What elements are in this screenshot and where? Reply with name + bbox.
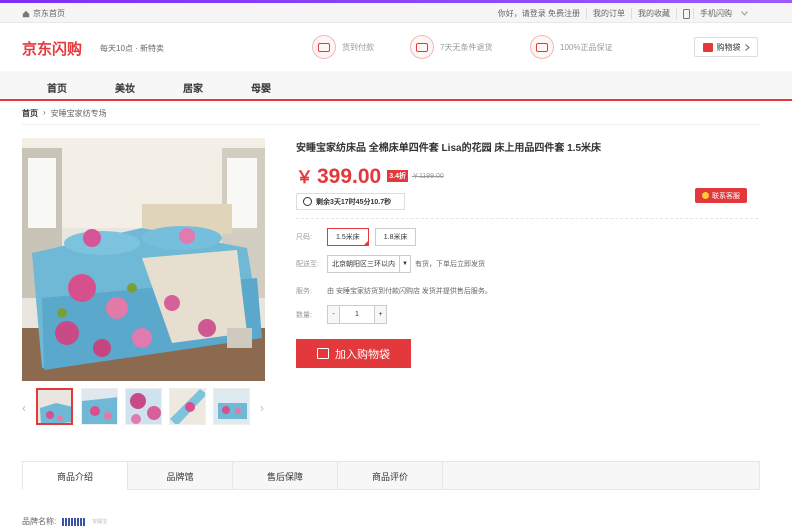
service-row: 服务: 由 安睡宝家纺货到付款闪购店 发货并提供售后服务。 (296, 286, 492, 296)
phone-icon (683, 8, 690, 19)
quantity-stepper: - 1 + (327, 305, 387, 324)
promise-return-label: 7天无条件退货 (440, 42, 493, 52)
promise-cod: 货到付款 (312, 35, 374, 59)
chevron-right-icon (744, 43, 750, 51)
breadcrumb-separator: › (43, 108, 46, 117)
shopping-bag-icon (317, 348, 329, 359)
quantity-row: 数量: - 1 + (296, 305, 387, 324)
add-to-cart-button[interactable]: 加入购物袋 (296, 339, 411, 368)
cart-button[interactable]: 购物袋 (694, 37, 758, 57)
size-label: 尺码: (296, 234, 312, 241)
main-product-image (22, 138, 265, 381)
nav-item-home-living[interactable]: 居家 (183, 80, 203, 95)
slogan: 每天10点 · 新特卖 (100, 44, 165, 53)
promise-genuine: 100%正品保证 (530, 35, 612, 59)
mobile-link[interactable]: 手机闪购 (676, 8, 754, 19)
home-icon (22, 10, 30, 17)
price-block: ￥ 399.00 3.4折 ￥1199.00 (296, 163, 444, 189)
cash-on-delivery-icon (312, 35, 336, 59)
quantity-label: 数量: (296, 311, 312, 319)
quantity-input[interactable]: 1 (339, 306, 375, 323)
tab-product-intro[interactable]: 商品介绍 (23, 462, 128, 490)
my-favorites-link[interactable]: 我的收藏 (631, 8, 676, 19)
service-label: 服务: (296, 288, 312, 295)
size-option-1-5m[interactable]: 1.5米床 (327, 228, 369, 246)
home-link[interactable]: 京东首页 (22, 8, 65, 19)
breadcrumb-home[interactable]: 首页 (22, 108, 38, 119)
contact-service-button[interactable]: 联系客服 (695, 188, 747, 203)
home-link-label: 京东首页 (33, 9, 65, 18)
thumbnail-5[interactable] (213, 388, 250, 425)
discount-badge: 3.4折 (387, 170, 408, 182)
brand-label: 品牌名称: (22, 517, 57, 526)
chevron-left-icon[interactable]: ‹ (22, 401, 26, 415)
delivery-region-value: 北京朝阳区三环以内 (332, 261, 395, 268)
thumbnail-strip: ‹ › (22, 388, 272, 426)
delivery-region-select[interactable]: 北京朝阳区三环以内 ▼ (327, 255, 411, 273)
product-title: 安睡宝家纺床品 全棉床单四件套 Lisa的花园 床上用品四件套 1.5米床 (296, 143, 602, 154)
quantity-increase-button[interactable]: + (375, 306, 386, 323)
tab-reviews[interactable]: 商品评价 (338, 462, 443, 490)
countdown-timer: 剩余3天17时45分10.7秒 (296, 193, 405, 210)
size-option-1-8m[interactable]: 1.8米床 (374, 228, 417, 246)
site-logo[interactable]: 京东闪购 (22, 38, 82, 59)
nav-item-baby[interactable]: 母婴 (251, 80, 271, 95)
delivery-row: 配送至: 北京朝阳区三环以内 ▼ 有货，下单后立即发货 (296, 255, 485, 273)
countdown-text: 剩余3天17时45分10.7秒 (316, 198, 392, 206)
mobile-link-label: 手机闪购 (693, 8, 738, 19)
main-nav: 首页 美妆 居家 母婴 (0, 71, 792, 101)
breadcrumb: 首页 › 安睡宝家纺专场 (22, 108, 107, 119)
top-bar: 京东首页 你好，请登录 免费注册 我的订单 我的收藏 手机闪购 (0, 3, 792, 23)
tab-after-sales[interactable]: 售后保障 (233, 462, 338, 490)
clock-icon (303, 197, 312, 206)
divider (22, 124, 760, 125)
thumbnail-3[interactable] (125, 388, 162, 425)
sale-price: 399.00 (317, 165, 382, 188)
thumbnail-2[interactable] (81, 388, 118, 425)
my-orders-link[interactable]: 我的订单 (586, 8, 631, 19)
promise-genuine-label: 100%正品保证 (560, 42, 613, 52)
add-to-cart-label: 加入购物袋 (335, 348, 390, 361)
currency-symbol: ￥ (296, 168, 313, 187)
thumbnail-4[interactable] (169, 388, 206, 425)
thumbnail-1[interactable] (36, 388, 73, 425)
dropdown-arrow-icon: ▼ (399, 256, 410, 272)
brand-logo-caption: 安睡宝 (92, 519, 108, 525)
tab-brand-hall[interactable]: 品牌馆 (128, 462, 233, 490)
service-icon (702, 192, 709, 199)
login-link[interactable]: 你好，请登录 (498, 9, 546, 18)
chevron-right-icon[interactable]: › (260, 401, 264, 415)
bag-icon (702, 42, 713, 52)
cart-button-label: 购物袋 (716, 42, 741, 52)
service-text: 由 安睡宝家纺货到付款闪购店 发货并提供售后服务。 (327, 288, 492, 295)
quantity-decrease-button[interactable]: - (328, 306, 339, 323)
genuine-icon (530, 35, 554, 59)
detail-tabs: 商品介绍 品牌馆 售后保障 商品评价 (22, 461, 760, 490)
delivery-label: 配送至: (296, 261, 319, 268)
chevron-down-icon (741, 11, 748, 16)
contact-service-label: 联系客服 (712, 192, 740, 200)
greeting-link[interactable]: 你好，请登录 免费注册 (492, 8, 586, 19)
dashed-divider (296, 218, 758, 219)
brand-logo (62, 517, 87, 526)
nav-item-home[interactable]: 首页 (47, 80, 67, 95)
register-link[interactable]: 免费注册 (548, 9, 580, 18)
breadcrumb-current[interactable]: 安睡宝家纺专场 (51, 108, 107, 119)
promise-return: 7天无条件退货 (410, 35, 492, 59)
promise-cod-label: 货到付款 (342, 42, 374, 52)
size-row: 尺码: 1.5米床 1.8米床 (296, 228, 422, 246)
original-price: ￥1199.00 (411, 173, 444, 180)
brand-info: 品牌名称: 安睡宝 (22, 516, 107, 527)
delivery-status: 有货，下单后立即发货 (415, 261, 485, 268)
nav-item-beauty[interactable]: 美妆 (115, 80, 135, 95)
return-icon (410, 35, 434, 59)
header: 京东闪购 每天10点 · 新特卖 货到付款 7天无条件退货 100%正品保证 购… (0, 23, 792, 71)
